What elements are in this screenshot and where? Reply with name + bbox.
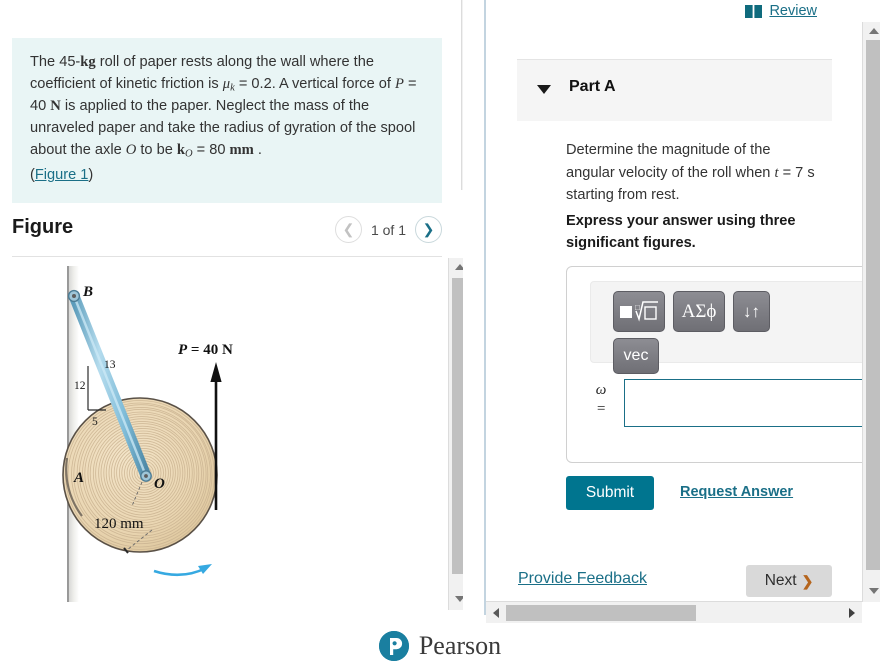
symbol-O: O: [125, 142, 137, 159]
unit-newton: N: [50, 98, 61, 115]
answer-instruction: Express your answer using three signific…: [566, 213, 796, 251]
figure-scrollbar-thumb[interactable]: [452, 278, 463, 574]
figure-reference: (Figure 1): [30, 167, 94, 184]
left-panel: The 45-kg roll of paper rests along the …: [0, 0, 463, 615]
figure-header: Figure ❮ 1 of 1 ❯: [12, 212, 442, 256]
pearson-brand-text: Pearson: [418, 631, 502, 660]
pearson-logo-icon: [378, 631, 409, 661]
review-link[interactable]: Review: [769, 3, 817, 19]
figure-1-link[interactable]: Figure 1: [35, 167, 89, 183]
label-O: O: [154, 476, 165, 492]
force-label: P = 40 N: [178, 342, 233, 358]
statement-scroll-down-button[interactable]: [462, 170, 463, 188]
svg-text:□: □: [635, 303, 640, 312]
figure-panel-title: Figure: [12, 216, 74, 238]
chevron-up-icon: [869, 28, 879, 34]
figure-navigation: ❮ 1 of 1 ❯: [334, 216, 442, 243]
page-scroll-up-button[interactable]: [863, 22, 880, 40]
omega-variable-label: ω =: [590, 381, 612, 419]
statement-text: The 45-kg roll of paper rests along the …: [30, 54, 417, 160]
triangle-label-5: 5: [92, 416, 98, 428]
paper-roll-diagram: 12 13 5 P = 40 N B A O 120 mm: [62, 266, 233, 602]
statement-scroll-region: The 45-kg roll of paper rests along the …: [0, 0, 463, 204]
label-A: A: [73, 470, 84, 486]
symbol-k: k: [176, 142, 185, 159]
figure-canvas: 12 13 5 P = 40 N B A O 120 mm: [12, 258, 442, 610]
radius-label: 120 mm: [94, 516, 144, 532]
next-button[interactable]: Next ❯: [746, 565, 832, 597]
unit-kg: kg: [80, 54, 96, 70]
omega-symbol: ω: [595, 382, 607, 398]
part-a-title: Part A: [569, 78, 616, 95]
figure-scroll-down-button[interactable]: [449, 590, 463, 608]
page-scroll-right-button[interactable]: [842, 602, 862, 624]
chevron-up-icon: [455, 264, 463, 270]
submit-button[interactable]: Submit: [566, 476, 654, 510]
answer-input[interactable]: [624, 379, 862, 427]
vector-button[interactable]: vec: [613, 338, 659, 374]
part-a-header[interactable]: Part A: [517, 59, 832, 121]
greek-symbols-button[interactable]: ΑΣϕ: [673, 291, 725, 332]
page-horizontal-scrollbar-thumb[interactable]: [506, 605, 696, 621]
triangle-label-13: 13: [104, 359, 116, 371]
provide-feedback-link[interactable]: Provide Feedback: [518, 570, 647, 588]
chevron-right-icon: ❯: [422, 221, 435, 237]
next-button-label: Next: [764, 572, 797, 589]
chevron-right-icon: [849, 608, 855, 618]
chevron-left-icon: [493, 608, 499, 618]
answer-entry-box: □ ΑΣϕ ↓↑ vec ω =: [566, 266, 862, 463]
figure-vertical-scrollbar[interactable]: [448, 258, 463, 610]
symbol-mu: μ: [222, 75, 231, 92]
figure-prev-button[interactable]: ❮: [334, 216, 362, 243]
figure-scroll-up-button[interactable]: [449, 258, 463, 276]
figure-counter: 1 of 1: [370, 221, 406, 238]
figure-next-button[interactable]: ❯: [415, 216, 442, 243]
symbol-k-subscript: O: [185, 148, 193, 160]
page-scroll-left-button[interactable]: [486, 602, 506, 624]
page-horizontal-scrollbar[interactable]: [486, 601, 862, 623]
label-B: B: [82, 284, 93, 300]
question-text: Determine the magnitude of the angular v…: [566, 142, 815, 204]
page-scrollbar-thumb[interactable]: [866, 40, 880, 570]
statement-vertical-scrollbar[interactable]: [461, 0, 463, 190]
page-vertical-scrollbar[interactable]: [862, 22, 880, 602]
request-answer-link[interactable]: Request Answer: [680, 484, 793, 500]
template-root-button[interactable]: □: [613, 291, 665, 332]
right-panel: Review Part A Determine the magnitude of…: [486, 0, 862, 600]
page-scroll-down-button[interactable]: [863, 582, 880, 600]
caret-down-icon[interactable]: [537, 85, 551, 94]
equals-symbol: =: [595, 400, 607, 417]
chevron-down-icon: [869, 588, 879, 594]
problem-statement: The 45-kg roll of paper rests along the …: [12, 38, 442, 204]
undo-redo-button[interactable]: ↓↑: [733, 291, 770, 332]
triangle-label-12: 12: [74, 380, 86, 392]
book-icon: [745, 4, 763, 18]
chevron-down-icon: [455, 596, 463, 602]
rotation-arrow: [153, 564, 212, 577]
figure-divider: [12, 256, 442, 257]
unit-mm: mm: [229, 142, 254, 159]
review-row[interactable]: Review: [745, 3, 817, 19]
symbol-P: P: [395, 75, 404, 92]
footer: Pearson: [0, 626, 880, 666]
math-toolbar: □ ΑΣϕ ↓↑ vec: [590, 281, 862, 374]
chevron-left-icon: ❮: [342, 221, 355, 237]
chevron-right-icon: ❯: [801, 572, 814, 589]
problem-page: The 45-kg roll of paper rests along the …: [0, 0, 880, 666]
